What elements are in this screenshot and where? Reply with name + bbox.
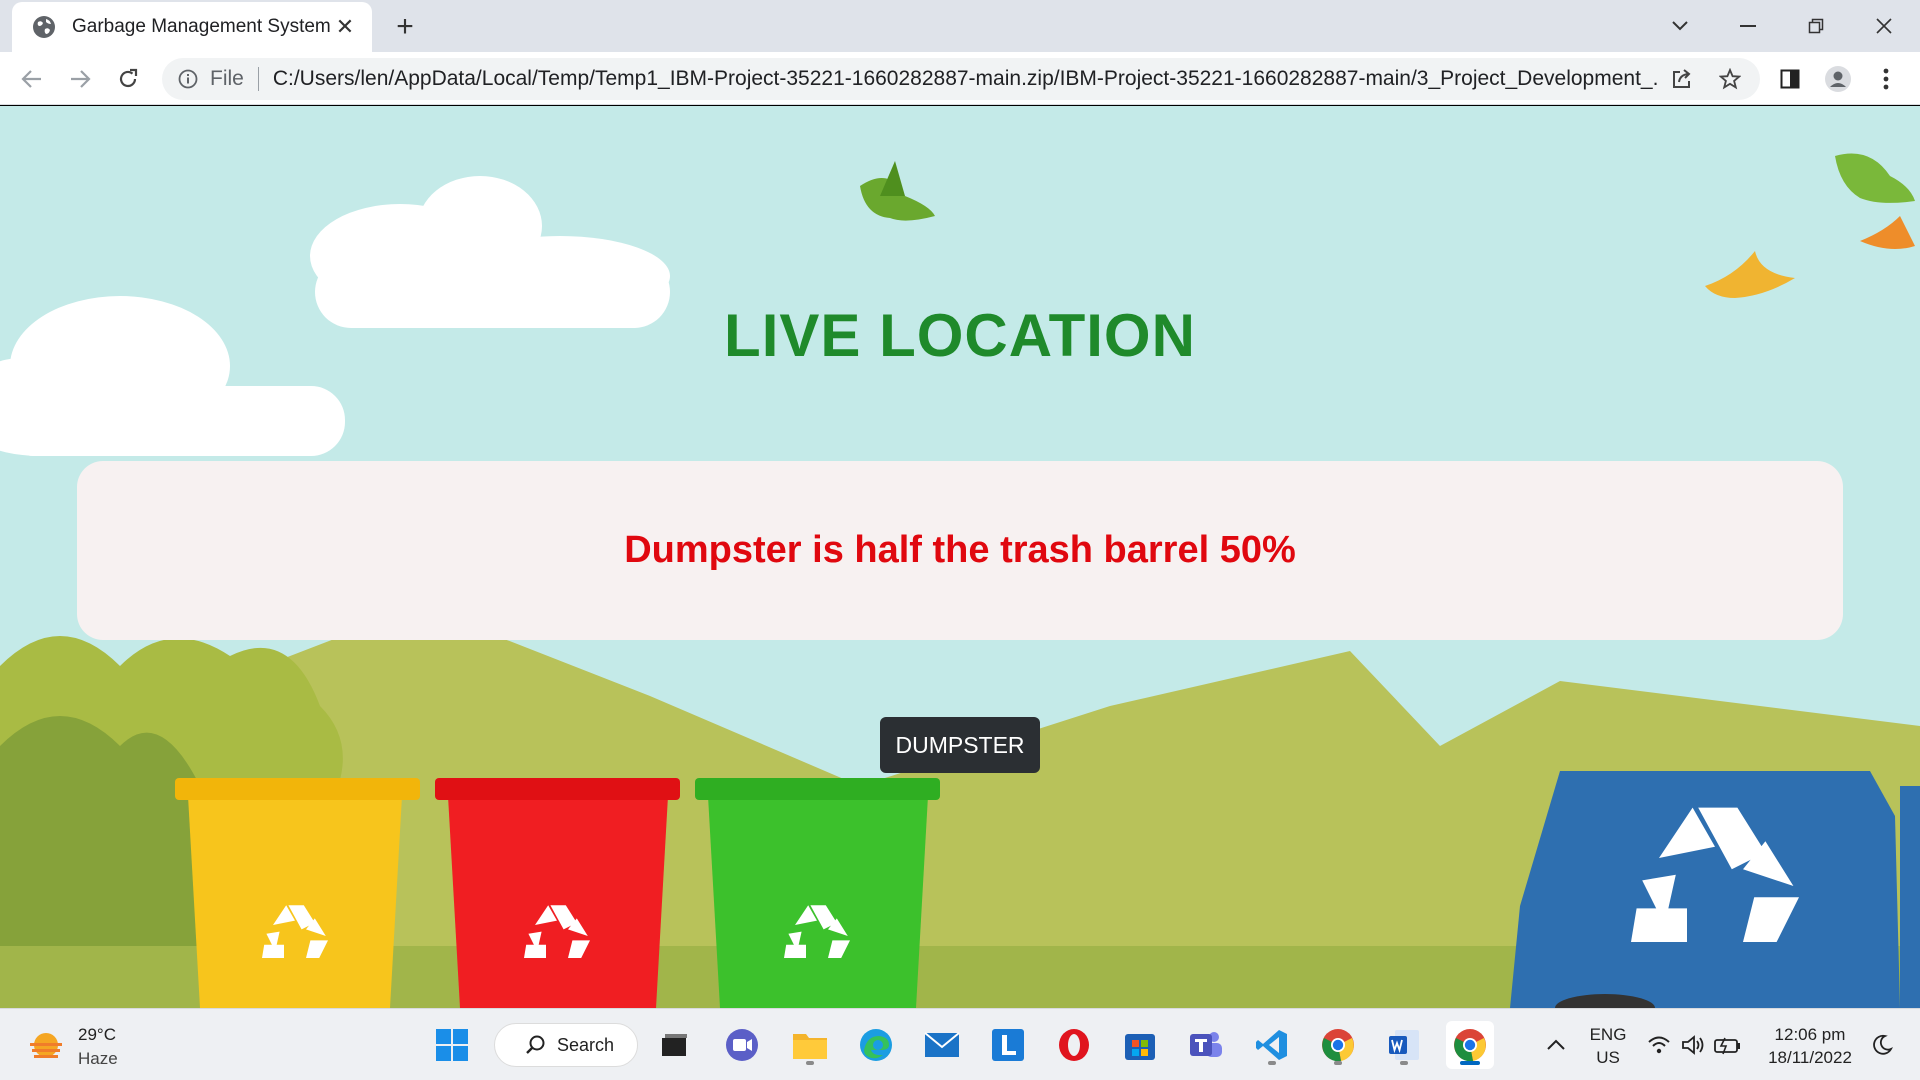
- language-indicator[interactable]: ENG US: [1582, 1023, 1634, 1069]
- weather-description: Haze: [78, 1049, 118, 1068]
- wifi-icon: [1648, 1036, 1670, 1054]
- teams-icon[interactable]: [1182, 1021, 1230, 1069]
- haze-sun-icon: [30, 1033, 62, 1058]
- focus-moon-icon[interactable]: [1862, 1021, 1902, 1069]
- clock-date: 18/11/2022: [1768, 1048, 1852, 1067]
- omnibox-divider: [257, 67, 259, 91]
- url-text[interactable]: C:/Users/len/AppData/Local/Temp/Temp1_IB…: [273, 67, 1657, 91]
- file-explorer-icon[interactable]: [786, 1021, 834, 1069]
- battery-icon: [1714, 1037, 1740, 1055]
- tab-title: Garbage Management System: [72, 16, 331, 37]
- profile-avatar-icon[interactable]: [1820, 61, 1856, 97]
- forward-button[interactable]: [62, 61, 98, 97]
- vscode-icon[interactable]: [1248, 1021, 1296, 1069]
- keyboard-region: US: [1596, 1048, 1620, 1067]
- browser-tab-bar: Garbage Management System ✕ +: [0, 0, 1920, 52]
- tab-search-chevron-icon[interactable]: [1658, 6, 1702, 46]
- opera-icon[interactable]: [1050, 1021, 1098, 1069]
- windows-taskbar: 29°C Haze Search ENG US 12:06 pm 18/11/2…: [0, 1008, 1920, 1080]
- page-viewport: LIVE LOCATION Dumpster is half the trash…: [0, 106, 1920, 1008]
- close-window-button[interactable]: [1862, 6, 1906, 46]
- close-tab-icon[interactable]: ✕: [332, 14, 358, 40]
- side-panel-icon[interactable]: [1772, 61, 1808, 97]
- share-icon[interactable]: [1664, 61, 1700, 97]
- search-label: Search: [557, 1034, 615, 1055]
- volume-icon: [1682, 1035, 1704, 1055]
- windows-start-icon[interactable]: [428, 1021, 476, 1069]
- word-icon[interactable]: [1380, 1021, 1428, 1069]
- task-view-icon[interactable]: [650, 1021, 698, 1069]
- chrome-active-icon[interactable]: [1446, 1021, 1494, 1069]
- info-icon[interactable]: [178, 69, 198, 89]
- status-card: Dumpster is half the trash barrel 50%: [77, 461, 1843, 640]
- fill-level-message: Dumpster is half the trash barrel 50%: [624, 529, 1296, 571]
- new-tab-button[interactable]: +: [388, 10, 422, 44]
- dumpster-button[interactable]: DUMPSTER: [880, 717, 1040, 773]
- show-hidden-icons-chevron-icon[interactable]: [1532, 1021, 1580, 1069]
- minimize-button[interactable]: [1726, 6, 1770, 46]
- bookmark-star-icon[interactable]: [1712, 61, 1748, 97]
- menu-kebab-icon[interactable]: [1868, 61, 1904, 97]
- browser-tab[interactable]: Garbage Management System ✕: [12, 2, 372, 52]
- scheme-label: File: [210, 67, 244, 90]
- restore-button[interactable]: [1794, 6, 1838, 46]
- microsoft-store-icon[interactable]: [1116, 1021, 1164, 1069]
- reload-button[interactable]: [110, 61, 146, 97]
- language-code: ENG: [1589, 1025, 1627, 1044]
- weather-temperature: 29°C: [78, 1025, 116, 1044]
- clock[interactable]: 12:06 pm 18/11/2022: [1762, 1023, 1858, 1069]
- edge-browser-icon[interactable]: [852, 1021, 900, 1069]
- teams-meet-icon[interactable]: [718, 1021, 766, 1069]
- page-title: LIVE LOCATION: [724, 302, 1196, 369]
- mail-icon[interactable]: [918, 1021, 966, 1069]
- clock-time: 12:06 pm: [1774, 1025, 1846, 1044]
- l-app-icon[interactable]: [984, 1021, 1032, 1069]
- chrome-icon[interactable]: [1314, 1021, 1362, 1069]
- bird-icon: [860, 161, 935, 221]
- weather-widget[interactable]: 29°C Haze: [28, 1023, 118, 1071]
- screen: Garbage Management System ✕ + File C:/Us…: [0, 0, 1920, 1080]
- taskbar-search[interactable]: Search: [494, 1023, 638, 1067]
- address-bar[interactable]: File C:/Users/len/AppData/Local/Temp/Tem…: [162, 58, 1760, 100]
- search-icon: [526, 1035, 545, 1054]
- back-button[interactable]: [14, 61, 50, 97]
- system-tray-status[interactable]: [1640, 1021, 1750, 1069]
- browser-toolbar: File C:/Users/len/AppData/Local/Temp/Tem…: [0, 52, 1920, 105]
- globe-icon: [33, 16, 55, 38]
